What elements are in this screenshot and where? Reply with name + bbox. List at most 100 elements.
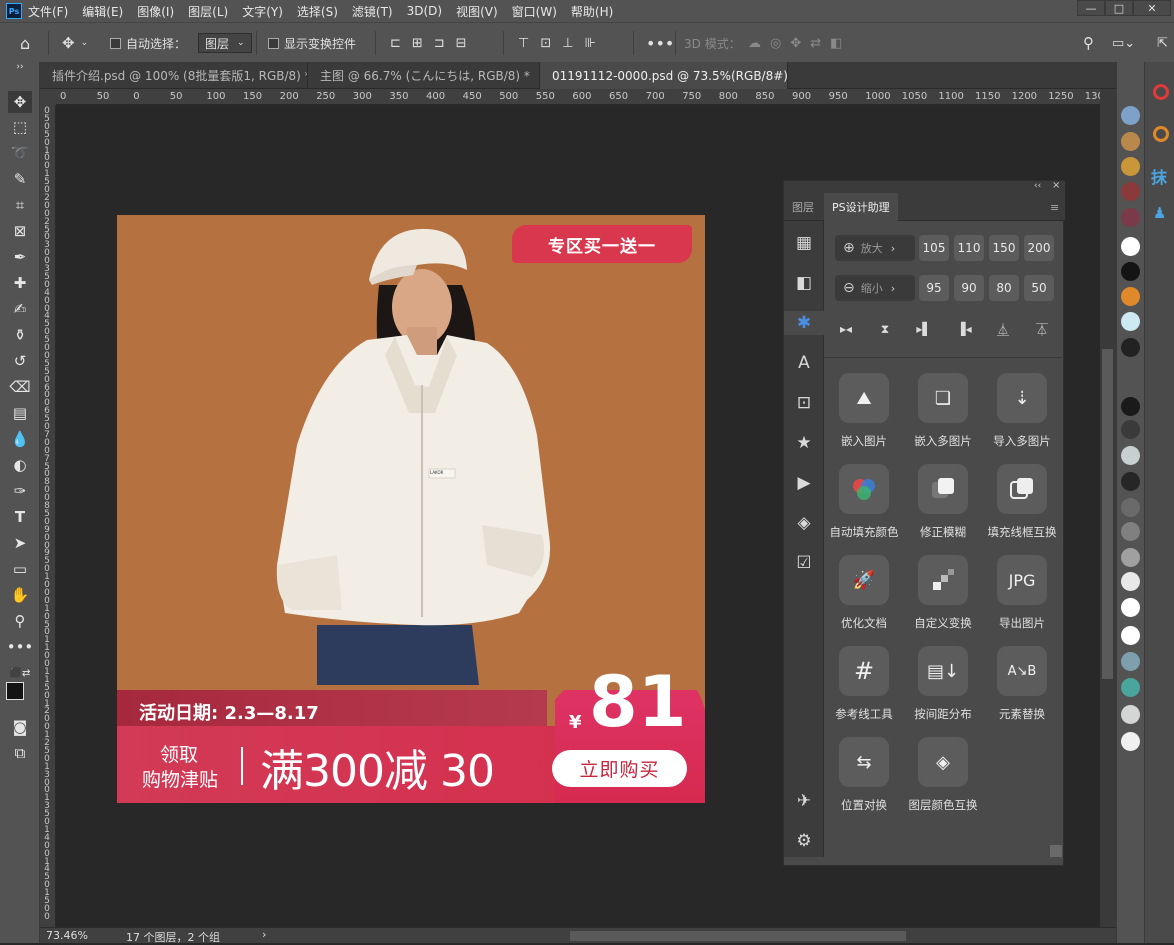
text-icon[interactable]: A <box>792 351 816 375</box>
show-transform-checkbox[interactable]: 显示变换控件 <box>268 23 356 63</box>
rectangle-tool-icon[interactable]: ▭ <box>8 558 32 580</box>
color-swatch[interactable] <box>1121 446 1140 465</box>
dodge-tool-icon[interactable]: ◐ <box>8 454 32 476</box>
menu-window[interactable]: 窗口(W) <box>512 3 557 20</box>
flip-horizontal-left-icon[interactable]: ▸◂ <box>834 317 858 341</box>
tab-active-document[interactable]: 01191112-0000.psd @ 73.5%(RGB/8#) *× <box>540 62 788 89</box>
more-options-icon[interactable]: ••• <box>646 23 674 63</box>
element-replace-icon[interactable]: A↘B <box>997 646 1047 696</box>
color-swatch[interactable] <box>1121 312 1140 331</box>
stamp-tool-icon[interactable]: ⚱ <box>8 324 32 346</box>
horizontal-ruler[interactable]: 0 50 0 50 100 150 200 250 300 350 400 450 500 550 600 6… <box>56 89 1100 105</box>
color-swatch[interactable] <box>1121 106 1140 125</box>
embed-multi-image-icon[interactable]: ❏ <box>918 373 968 423</box>
color-swatch[interactable] <box>1121 208 1140 227</box>
crop-tool-icon[interactable]: ⌗ <box>8 194 32 216</box>
distribute-buttons[interactable]: ⊤⊡⊥⊪ <box>518 23 607 63</box>
quick-select-tool-icon[interactable]: ✎ <box>8 168 32 190</box>
zoom-150-button[interactable]: 150 <box>989 235 1019 261</box>
menu-type[interactable]: 文字(Y) <box>242 3 283 20</box>
search-icon[interactable]: ⚲ <box>1083 23 1094 63</box>
color-swatch[interactable] <box>1121 338 1140 357</box>
auto-select-dropdown[interactable]: 图层 ⌄ <box>198 33 252 53</box>
more-tools-icon[interactable]: ••• <box>7 636 34 658</box>
path-select-tool-icon[interactable]: ➤ <box>8 532 32 554</box>
layers-stack-icon[interactable]: ◈ <box>792 511 816 535</box>
zoom-105-button[interactable]: 105 <box>919 235 949 261</box>
color-swatch[interactable] <box>1121 732 1140 751</box>
fill-stroke-swap-icon[interactable] <box>997 464 1047 514</box>
horizontal-scrollbar-thumb[interactable] <box>570 931 906 941</box>
color-swatch[interactable] <box>1121 598 1140 617</box>
default-colors-icon[interactable]: ⬛⇄ <box>8 662 32 684</box>
zoom-80-button[interactable]: 80 <box>989 275 1019 301</box>
zoom-level[interactable]: 73.46% <box>46 929 88 942</box>
color-swatch[interactable] <box>1121 237 1140 256</box>
optimize-doc-icon[interactable]: 🚀 <box>839 555 889 605</box>
checklist-icon[interactable]: ☑ <box>792 551 816 575</box>
shapes-icon[interactable]: ◧ <box>792 271 816 295</box>
marquee-tool-icon[interactable]: ⬚ <box>8 116 32 138</box>
lasso-tool-icon[interactable]: ➰ <box>8 142 32 164</box>
layout-icon[interactable]: ▦ <box>792 231 816 255</box>
menu-layer[interactable]: 图层(L) <box>188 3 228 20</box>
tab-main-image[interactable]: 主图 @ 66.7% (こんにちは, RGB/8) *× <box>308 62 540 89</box>
align-top-flip-icon[interactable]: ⏄ <box>1030 317 1054 341</box>
panel-menu-icon[interactable]: ≡ <box>1042 193 1067 221</box>
share-icon[interactable]: ⇱ <box>1157 23 1168 63</box>
collapse-toolbar-icon[interactable]: ›› <box>8 62 32 72</box>
pin-icon[interactable]: ✈ <box>792 789 816 813</box>
fix-blur-icon[interactable] <box>918 464 968 514</box>
zoom-90-button[interactable]: 90 <box>954 275 984 301</box>
move-tool-icon[interactable]: ✥ <box>8 91 32 113</box>
frame-tool-icon[interactable]: ⊠ <box>8 220 32 242</box>
zoom-tool-icon[interactable]: ⚲ <box>8 610 32 632</box>
workspace-icon[interactable]: ▭⌄ <box>1112 23 1135 63</box>
vertical-ruler[interactable]: 0505010015020025030035040045050055060065… <box>40 105 56 927</box>
quick-mask-icon[interactable]: ◙ <box>8 716 32 738</box>
close-panel-icon[interactable]: × <box>1052 180 1060 191</box>
menu-help[interactable]: 帮助(H) <box>571 3 613 20</box>
menu-select[interactable]: 选择(S) <box>297 3 338 20</box>
color-swatch[interactable] <box>1121 397 1140 416</box>
menu-filter[interactable]: 滤镜(T) <box>352 3 393 20</box>
zoom-200-button[interactable]: 200 <box>1024 235 1054 261</box>
color-swatch[interactable] <box>1121 472 1140 491</box>
menu-3d[interactable]: 3D(D) <box>407 4 442 18</box>
position-swap-icon[interactable]: ⇆ <box>839 737 889 787</box>
zoom-50-button[interactable]: 50 <box>1024 275 1054 301</box>
color-swatch[interactable] <box>1121 157 1140 176</box>
gradient-tool-icon[interactable]: ▤ <box>8 402 32 424</box>
eyedropper-tool-icon[interactable]: ✒ <box>8 246 32 268</box>
eraser-tool-icon[interactable]: ⌫ <box>8 376 32 398</box>
color-swatch[interactable] <box>1121 705 1140 724</box>
type-tool-icon[interactable]: T <box>8 506 32 528</box>
menu-file[interactable]: 文件(F) <box>28 3 68 20</box>
auto-select-checkbox[interactable]: 自动选择： <box>110 23 186 63</box>
3d-mode-icons[interactable]: ☁◎✥⇄◧ <box>748 23 851 63</box>
healing-brush-icon[interactable]: ✚ <box>8 272 32 294</box>
menu-image[interactable]: 图像(I) <box>137 3 174 20</box>
tab-ps-helper[interactable]: PS设计助理 <box>824 193 898 221</box>
import-multi-image-icon[interactable]: ⇣ <box>997 373 1047 423</box>
tab-plugin-intro[interactable]: 插件介绍.psd @ 100% (8批量套版1, RGB/8) *× <box>40 62 308 89</box>
zoom-in-control[interactable]: ⊕ 放大 › <box>835 235 915 261</box>
color-swatch[interactable] <box>1121 182 1140 201</box>
export-image-icon[interactable]: JPG <box>997 555 1047 605</box>
document-canvas[interactable]: LAKOR 专区买一送一 活动日期: 2.3—8.17 领取 购物津贴 满300… <box>117 215 705 803</box>
color-swatch[interactable] <box>1121 420 1140 439</box>
plugin-figure-icon[interactable]: ♟ <box>1153 204 1166 222</box>
screen-mode-icon[interactable]: ⧉ <box>8 742 32 764</box>
align-left-flip-icon[interactable]: ▐◂ <box>952 317 976 341</box>
color-swatch[interactable] <box>1121 132 1140 151</box>
color-swatch[interactable] <box>1121 652 1140 671</box>
zoom-out-control[interactable]: ⊖ 缩小 › <box>835 275 915 301</box>
plugin-blue-icon[interactable]: 抹 <box>1151 164 1167 188</box>
align-buttons[interactable]: ⊏⊞⊐⊟ <box>390 23 478 63</box>
minimize-button[interactable]: — <box>1077 0 1105 16</box>
custom-transform-icon[interactable] <box>918 555 968 605</box>
tab-layers[interactable]: 图层 <box>784 193 822 221</box>
close-window-button[interactable]: ✕ <box>1133 0 1171 16</box>
brush-tool-icon[interactable]: ✍ <box>8 298 32 320</box>
color-swatch[interactable] <box>1121 626 1140 645</box>
